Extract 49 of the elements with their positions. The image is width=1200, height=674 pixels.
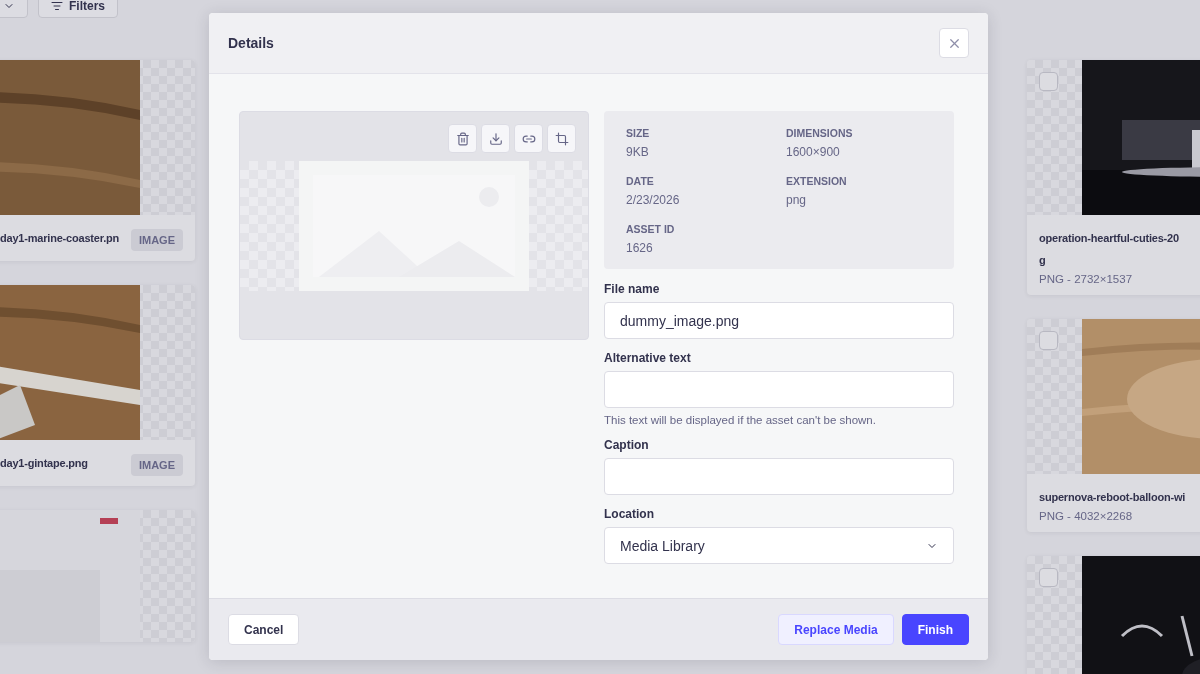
media-card[interactable]: day1-marine-coaster.pn IMAGE: [0, 60, 195, 261]
info-value: 1600×900: [786, 145, 841, 159]
input-field[interactable]: [604, 458, 954, 495]
field-label: File name: [604, 282, 661, 296]
delete-icon: [455, 131, 470, 146]
checkbox[interactable]: [1039, 72, 1058, 91]
field-label: Caption: [604, 438, 650, 452]
file-name: day1-gintape.png: [0, 456, 88, 471]
info-label: ASSET ID: [626, 223, 676, 235]
replace-media-button[interactable]: Replace Media: [778, 614, 894, 645]
media-card[interactable]: day1-gintape.png IMAGE: [0, 285, 195, 486]
info-value: 1626: [626, 241, 654, 255]
download-button[interactable]: [481, 124, 510, 153]
input-field[interactable]: [604, 371, 954, 408]
type-badge: IMAGE: [130, 454, 183, 476]
filters-button[interactable]: Filters: [38, 0, 118, 18]
checkbox[interactable]: [1039, 331, 1058, 350]
info-value: 9KB: [626, 145, 650, 159]
info-value: 2/23/2026: [626, 193, 681, 207]
checkbox[interactable]: [1039, 568, 1058, 587]
filter-icon: [51, 0, 63, 12]
field-label: Alternative text: [604, 351, 692, 365]
input-field[interactable]: dummy_image.png: [604, 302, 954, 339]
cancel-button[interactable]: Cancel: [228, 614, 300, 645]
info-label: EXTENSION: [786, 175, 848, 187]
type-badge: IMAGE: [130, 229, 183, 251]
field-hint: This text will be displayed if the asset can't be shown.: [604, 414, 877, 426]
media-card[interactable]: operation-heartful-cuties-20 g PNG - 2732×1537: [1027, 60, 1200, 295]
dialog-title: Details: [228, 35, 274, 51]
download-icon: [488, 131, 503, 146]
crop-icon: [554, 131, 569, 146]
media-card[interactable]: supernova-reboot-balloon-wi PNG - 4032×2268: [1027, 319, 1200, 532]
info-label: DATE: [626, 175, 655, 187]
info-value: png: [786, 193, 808, 207]
file-details: PNG - 4032×2268: [1039, 510, 1134, 522]
info-label: SIZE: [626, 127, 651, 139]
finish-button[interactable]: Finish: [901, 614, 969, 645]
file-details: PNG - 2732×1537: [1039, 273, 1134, 285]
field-label: Location: [604, 507, 655, 521]
file-name: day1-marine-coaster.pn: [0, 231, 120, 246]
file-name: g: [1039, 253, 1047, 268]
crop-button[interactable]: [547, 124, 576, 153]
info-label: DIMENSIONS: [786, 127, 854, 139]
close-button[interactable]: [939, 28, 969, 58]
file-name: operation-heartful-cuties-20: [1039, 231, 1179, 246]
delete-button[interactable]: [448, 124, 477, 153]
link-button[interactable]: [514, 124, 543, 153]
file-name: supernova-reboot-balloon-wi: [1039, 490, 1186, 505]
location-select[interactable]: Media Library: [604, 527, 954, 564]
